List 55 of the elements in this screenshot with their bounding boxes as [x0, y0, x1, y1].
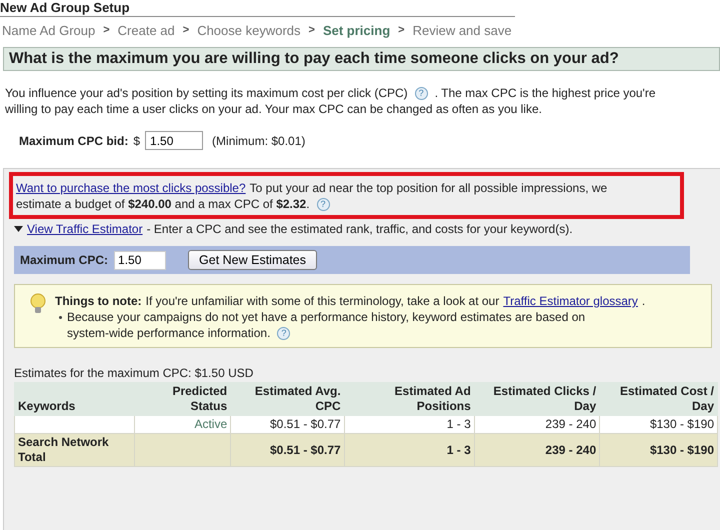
table-cell: Search Network Total: [14, 434, 134, 466]
wizard-step[interactable]: Choose keywords: [197, 22, 301, 38]
table-cell: 1 - 3: [344, 416, 474, 434]
table-cell: $0.51 - $0.77: [230, 434, 344, 466]
table-cell: $130 - $190: [600, 416, 718, 434]
separator-glyph: >: [182, 24, 190, 36]
page-title: New Ad Group Setup: [0, 0, 515, 17]
note-text: If you're unfamiliar with some of this terminology, take a look at our: [146, 293, 500, 309]
intro-text: You influence your ad's position by setting its maximum cost per click (CPC): [5, 85, 408, 101]
column-header: Estimated Ad Positions: [344, 382, 474, 416]
table-cell: $130 - $190: [600, 434, 718, 466]
separator-glyph: >: [103, 24, 110, 36]
currency-label: $: [133, 134, 140, 148]
traffic-estimator-link[interactable]: View Traffic Estimator: [27, 222, 143, 236]
wizard-step[interactable]: Name Ad Group: [2, 22, 96, 38]
column-header: Estimated Avg. CPC: [230, 382, 344, 416]
help-icon[interactable]: ?: [316, 198, 330, 210]
table-cell: 239 - 240: [474, 416, 600, 434]
wizard-step[interactable]: Review and save: [412, 22, 512, 38]
help-icon[interactable]: ?: [277, 326, 290, 340]
column-header: Predicted Status: [134, 382, 231, 416]
table-cell: 239 - 240: [474, 434, 600, 466]
wizard-step[interactable]: Create ad: [118, 22, 175, 38]
column-header: Estimated Clicks / Day: [474, 382, 600, 416]
help-icon[interactable]: ?: [414, 86, 428, 100]
table-caption: Estimates for the maximum CPC: $1.50 USD: [14, 366, 254, 380]
table-cell: Active: [134, 416, 231, 434]
suggestion-text: To put your ad near the top position for all possible impressions, we: [250, 180, 608, 196]
column-header: Estimated Cost / Day: [600, 382, 718, 416]
suggestion-link[interactable]: Want to purchase the most clicks possible?: [16, 180, 246, 196]
separator-glyph: >: [308, 24, 315, 36]
estimator-text: - Enter a CPC and see the estimated rank, traffic, and costs for your keyword(s).: [146, 222, 573, 236]
triangle-down-icon[interactable]: [14, 225, 23, 233]
glossary-link[interactable]: Traffic Estimator glossary: [503, 293, 638, 309]
column-header: Keywords: [14, 382, 134, 416]
note-bullet-text: Because your campaigns do not yet have a performance history, keyword estimates are based on: [67, 309, 586, 325]
table-cell: $0.51 - $0.77: [230, 416, 344, 434]
bid-label: Maximum CPC bid:: [19, 134, 128, 148]
lightbulb-icon: [29, 293, 47, 315]
note-title: Things to note:: [55, 293, 142, 309]
get-estimates-button[interactable]: Get New Estimates: [188, 250, 317, 270]
intro-text: . The max CPC is the highest price you're: [434, 85, 656, 101]
note-bullet-text: system-wide performance information.: [67, 325, 270, 341]
wizard-step[interactable]: Set pricing: [322, 22, 390, 38]
suggestion-text: estimate a budget of $240.00 and a max CPC of $2.32.: [16, 196, 310, 212]
cpc-label: Maximum CPC:: [20, 253, 108, 267]
intro-text: willing to pay each time a user clicks on your ad. Your max CPC can be changed as often as you like.: [5, 101, 542, 117]
question-heading: What is the maximum you are willing to pay each time someone clicks on your ad?: [3, 47, 720, 71]
minimum-text: (Minimum: $0.01): [212, 134, 306, 148]
separator-glyph: >: [398, 24, 405, 36]
bid-input[interactable]: 1.50: [145, 131, 204, 150]
table-cell: 1 - 3: [344, 434, 474, 466]
period-text: .: [642, 293, 646, 309]
bullet-dot: [59, 316, 62, 318]
cpc-input[interactable]: 1.50: [114, 250, 166, 270]
